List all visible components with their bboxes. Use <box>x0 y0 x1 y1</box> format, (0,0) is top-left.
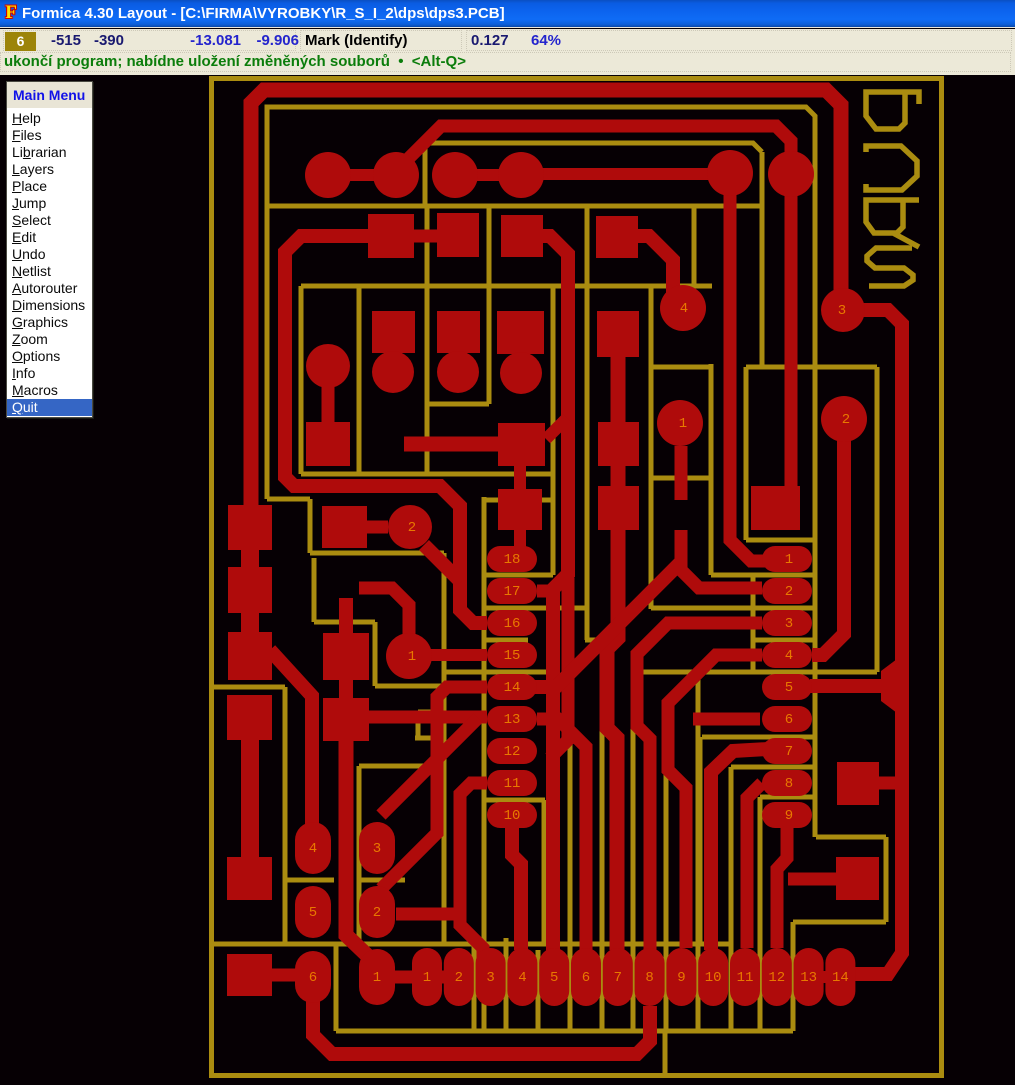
svg-text:5: 5 <box>309 905 317 921</box>
svg-text:10: 10 <box>705 970 722 986</box>
svg-text:5: 5 <box>785 680 793 696</box>
svg-text:1: 1 <box>373 970 381 986</box>
svg-text:15: 15 <box>504 648 521 664</box>
svg-text:12: 12 <box>504 744 521 760</box>
svg-text:7: 7 <box>614 970 622 986</box>
svg-text:17: 17 <box>504 584 521 600</box>
svg-text:2: 2 <box>842 412 850 428</box>
svg-text:18: 18 <box>504 552 521 568</box>
svg-text:4: 4 <box>518 970 526 986</box>
svg-text:2: 2 <box>785 584 793 600</box>
svg-text:1: 1 <box>785 552 793 568</box>
svg-text:16: 16 <box>504 616 521 632</box>
svg-text:13: 13 <box>800 970 817 986</box>
svg-text:14: 14 <box>504 680 521 696</box>
svg-text:2: 2 <box>408 520 416 536</box>
svg-text:12: 12 <box>768 970 785 986</box>
svg-text:3: 3 <box>838 303 846 319</box>
svg-text:5: 5 <box>550 970 558 986</box>
svg-text:9: 9 <box>677 970 685 986</box>
svg-text:8: 8 <box>785 776 793 792</box>
svg-text:2: 2 <box>373 905 381 921</box>
svg-text:10: 10 <box>504 808 521 824</box>
svg-text:6: 6 <box>309 970 317 986</box>
svg-text:6: 6 <box>785 712 793 728</box>
svg-text:2: 2 <box>455 970 463 986</box>
svg-text:7: 7 <box>785 744 793 760</box>
svg-text:11: 11 <box>504 776 521 792</box>
svg-text:3: 3 <box>785 616 793 632</box>
svg-text:4: 4 <box>680 301 688 317</box>
svg-text:3: 3 <box>486 970 494 986</box>
svg-text:14: 14 <box>832 970 849 986</box>
svg-text:11: 11 <box>737 970 754 986</box>
svg-text:1: 1 <box>408 649 416 665</box>
svg-text:4: 4 <box>309 841 317 857</box>
svg-text:1: 1 <box>679 416 687 432</box>
svg-text:13: 13 <box>504 712 521 728</box>
svg-text:6: 6 <box>582 970 590 986</box>
svg-text:8: 8 <box>645 970 653 986</box>
svg-text:3: 3 <box>373 841 381 857</box>
svg-text:1: 1 <box>423 970 431 986</box>
svg-text:9: 9 <box>785 808 793 824</box>
svg-text:4: 4 <box>785 648 793 664</box>
